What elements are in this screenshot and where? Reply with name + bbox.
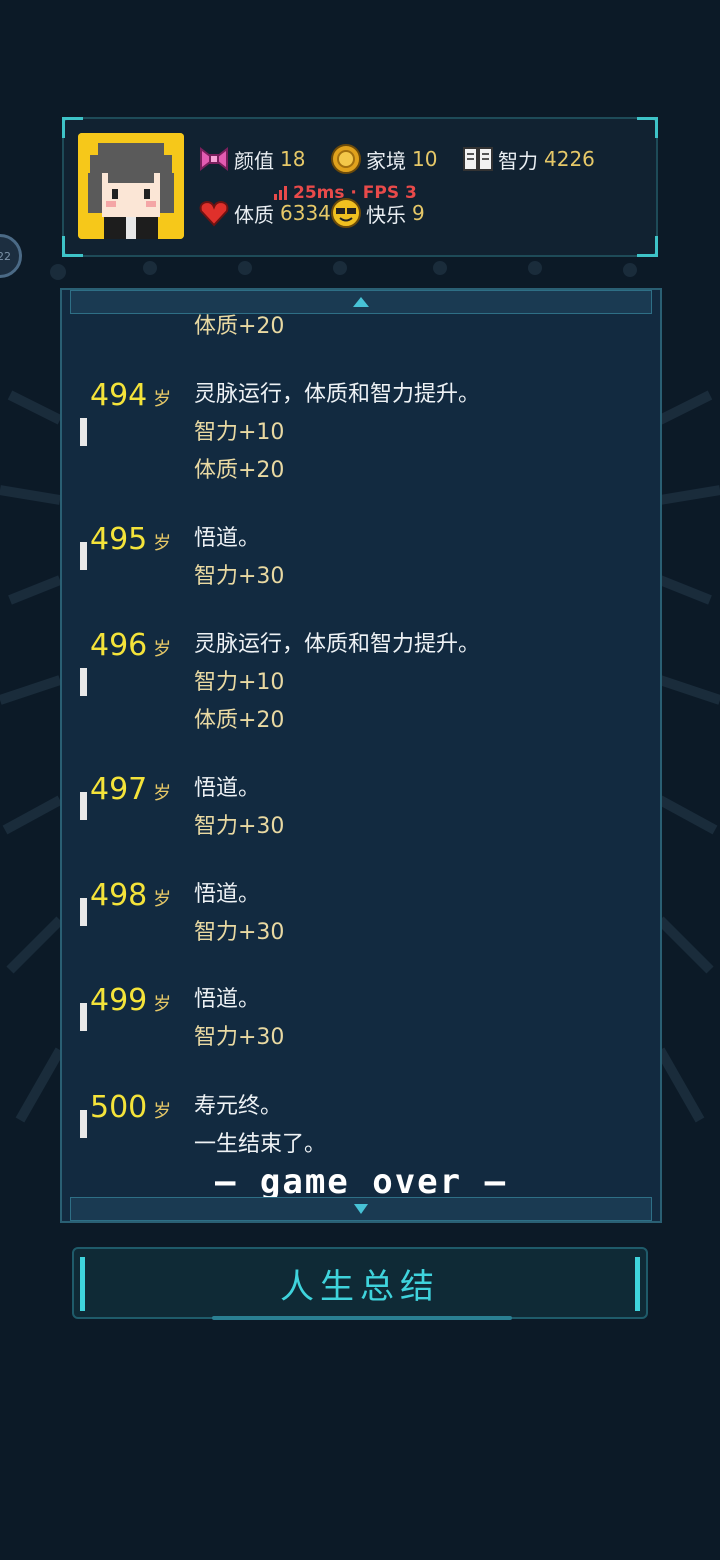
entry-marker [80, 898, 87, 926]
age-label: 497 岁 [90, 772, 172, 807]
stat-label: 智力 [498, 148, 538, 173]
game-over-text: — game over — [214, 1162, 508, 1202]
scroll-up-button[interactable] [70, 290, 652, 314]
stat-label: 家境 [366, 148, 406, 173]
scroll-down-button[interactable] [70, 1197, 652, 1221]
life-summary-button[interactable]: 人生总结 [72, 1247, 648, 1320]
button-edge [635, 1257, 640, 1311]
log-line: 灵脉运行，体质和智力提升。 [194, 632, 481, 657]
log-line: 智力+30 [194, 814, 285, 839]
log-line: 智力+30 [194, 564, 285, 589]
log-line: 智力+10 [194, 670, 285, 695]
log-line: 体质+20 [194, 458, 285, 483]
age-label: 496 岁 [90, 628, 172, 663]
age-label: 499 岁 [90, 983, 172, 1018]
stat-family: 家境 10 [330, 143, 437, 175]
entry-marker [80, 542, 87, 570]
age-label: 494 岁 [90, 378, 172, 413]
side-bubble-text: 22 [0, 249, 11, 263]
bow-icon [198, 143, 230, 175]
stat-value: 6334 [280, 201, 331, 225]
log-line: 灵脉运行，体质和智力提升。 [194, 382, 481, 407]
log-line: 悟道。 [194, 987, 261, 1012]
frame-corner [637, 236, 658, 257]
frame-corner [62, 236, 83, 257]
log-line: 悟道。 [194, 776, 261, 801]
age-label: 500 岁 [90, 1090, 172, 1125]
stat-value: 4226 [544, 147, 595, 171]
frame-corner [637, 117, 658, 138]
stat-value: 9 [412, 201, 425, 225]
fps-overlay: 25ms · FPS 3 [274, 183, 417, 203]
arrow-down-icon [354, 1204, 368, 1214]
avatar[interactable] [78, 133, 184, 239]
log-line: 体质+20 [194, 314, 285, 339]
button-edge [80, 1257, 85, 1311]
stats-header: 颜值 18 家境 10 智力 4226 体质 6334 快乐 9 25ms · … [62, 117, 658, 257]
stat-label: 体质 [234, 202, 274, 227]
log-line: 智力+30 [194, 1025, 285, 1050]
stat-value: 18 [280, 147, 306, 171]
log-line: 寿元终。 [194, 1094, 283, 1119]
log-line: 悟道。 [194, 526, 261, 551]
stat-intelligence: 智力 4226 [462, 143, 595, 175]
entry-marker [80, 668, 87, 696]
stat-value: 10 [412, 147, 438, 171]
entry-marker [80, 792, 87, 820]
life-summary-label: 人生总结 [280, 1266, 440, 1307]
entry-marker [80, 418, 87, 446]
coin-icon [330, 143, 362, 175]
button-underline [212, 1316, 512, 1320]
age-label: 495 岁 [90, 522, 172, 557]
stat-label: 颜值 [234, 148, 274, 173]
fps-text: 25ms · FPS 3 [293, 183, 417, 203]
life-log-panel[interactable]: 体质+20 494 岁 灵脉运行，体质和智力提升。 智力+10 体质+20 495… [60, 288, 662, 1223]
log-line: 智力+30 [194, 920, 285, 945]
entry-marker [80, 1110, 87, 1138]
log-line: 体质+20 [194, 708, 285, 733]
pixel-character-icon [78, 133, 184, 239]
age-label: 498 岁 [90, 878, 172, 913]
log-line: 一生结束了。 [194, 1132, 327, 1157]
signal-icon [274, 186, 287, 200]
log-line: 智力+10 [194, 420, 285, 445]
book-icon [462, 143, 494, 175]
heart-icon [198, 197, 230, 229]
entry-marker [80, 1003, 87, 1031]
stat-appearance: 颜值 18 [198, 143, 305, 175]
log-line: 悟道。 [194, 882, 261, 907]
arrow-up-icon [353, 297, 369, 307]
